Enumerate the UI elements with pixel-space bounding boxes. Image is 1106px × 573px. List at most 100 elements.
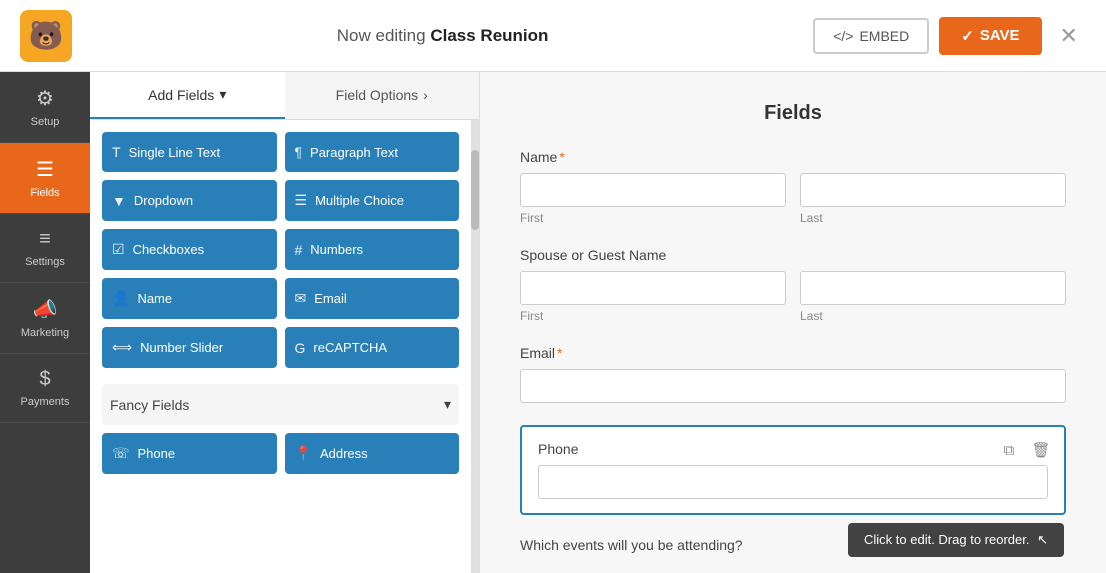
logo-bear: 🐻 <box>20 10 72 62</box>
embed-button[interactable]: </> EMBED <box>813 18 929 54</box>
spouse-label: Spouse or Guest Name <box>520 247 1066 263</box>
spouse-last-sublabel: Last <box>800 309 1066 323</box>
field-btn-single-line[interactable]: T Single Line Text <box>102 132 277 172</box>
settings-icon: ≡ <box>39 228 51 251</box>
phone-copy-button[interactable]: ⧉ <box>996 437 1022 463</box>
field-options-label: Field Options <box>336 87 418 103</box>
phone-actions: ⧉ 🗑 <box>996 437 1054 463</box>
field-btn-recaptcha[interactable]: G reCAPTCHA <box>285 327 460 368</box>
field-label-phone: Phone <box>138 446 176 461</box>
sidebar-label-fields: Fields <box>30 187 59 199</box>
email-required-star: * <box>557 345 562 361</box>
cursor-icon: ↖ <box>1037 532 1048 548</box>
email-icon: ✉ <box>295 290 307 307</box>
marketing-icon: 📣 <box>33 297 58 322</box>
field-grid: T Single Line Text ¶ Paragraph Text ▼ Dr… <box>102 132 459 368</box>
fancy-fields-arrow: ▾ <box>444 396 451 413</box>
form-title: Fields <box>520 102 1066 125</box>
email-input[interactable] <box>520 369 1066 403</box>
trash-icon: 🗑 <box>1031 441 1050 459</box>
name-last-input[interactable] <box>800 173 1066 207</box>
spouse-last-col: Last <box>800 271 1066 323</box>
spouse-last-input[interactable] <box>800 271 1066 305</box>
add-fields-label: Add Fields <box>148 87 214 103</box>
sidebar-item-setup[interactable]: ⚙ Setup <box>0 72 90 143</box>
recaptcha-icon: G <box>295 340 306 356</box>
close-button[interactable]: ✕ <box>1052 19 1086 53</box>
close-icon: ✕ <box>1060 23 1078 48</box>
field-label-numbers: Numbers <box>310 242 363 257</box>
field-btn-phone[interactable]: ☏ Phone <box>102 433 277 474</box>
name-label: Name* <box>520 149 1066 165</box>
save-button[interactable]: ✓ SAVE <box>939 17 1041 55</box>
name-last-sublabel: Last <box>800 211 1066 225</box>
field-btn-numbers[interactable]: # Numbers <box>285 229 460 270</box>
field-label-number-slider: Number Slider <box>140 340 223 355</box>
sidebar-label-marketing: Marketing <box>21 327 69 339</box>
dropdown-icon: ▼ <box>112 193 126 209</box>
sidebar-item-fields[interactable]: ☰ Fields <box>0 143 90 214</box>
spouse-first-sublabel: First <box>520 309 786 323</box>
fields-panel: Add Fields ▾ Field Options › T Single Li… <box>90 72 480 573</box>
name-last-col: Last <box>800 173 1066 225</box>
tab-bar: Add Fields ▾ Field Options › <box>90 72 479 120</box>
field-options-arrow: › <box>423 87 428 103</box>
numbers-icon: # <box>295 242 303 258</box>
fields-icon: ☰ <box>36 157 54 182</box>
email-label-text: Email <box>520 345 555 361</box>
spouse-section: Spouse or Guest Name First Last <box>520 247 1066 323</box>
field-btn-dropdown[interactable]: ▼ Dropdown <box>102 180 277 221</box>
sidebar-label-payments: Payments <box>21 396 70 408</box>
scrollbar[interactable] <box>471 120 479 573</box>
name-row: First Last <box>520 173 1066 225</box>
name-first-input[interactable] <box>520 173 786 207</box>
fields-scroll[interactable]: T Single Line Text ¶ Paragraph Text ▼ Dr… <box>90 120 471 573</box>
field-label-name: Name <box>137 291 172 306</box>
phone-section[interactable]: ⧉ 🗑 Phone Click to edit. Drag to reorder… <box>520 425 1066 515</box>
sidebar-item-payments[interactable]: $ Payments <box>0 354 90 423</box>
phone-input[interactable] <box>538 465 1048 499</box>
top-bar-actions: </> EMBED ✓ SAVE ✕ <box>813 17 1086 55</box>
name-label-text: Name <box>520 149 557 165</box>
sidebar-item-marketing[interactable]: 📣 Marketing <box>0 283 90 354</box>
editing-title: Now editing Class Reunion <box>337 26 549 46</box>
spouse-row: First Last <box>520 271 1066 323</box>
field-btn-checkboxes[interactable]: ☑ Checkboxes <box>102 229 277 270</box>
form-name: Class Reunion <box>430 26 548 45</box>
field-label-recaptcha: reCAPTCHA <box>313 340 387 355</box>
field-btn-paragraph[interactable]: ¶ Paragraph Text <box>285 132 460 172</box>
tooltip-text: Click to edit. Drag to reorder. <box>864 532 1029 547</box>
spouse-first-input[interactable] <box>520 271 786 305</box>
sidebar-label-setup: Setup <box>31 116 60 128</box>
phone-label: Phone <box>538 441 1048 457</box>
phone-icon: ☏ <box>112 445 130 462</box>
field-label-multiple-choice: Multiple Choice <box>315 193 404 208</box>
sidebar-item-settings[interactable]: ≡ Settings <box>0 214 90 283</box>
field-btn-address[interactable]: 📍 Address <box>285 433 460 474</box>
form-preview: Fields Name* First Last Spouse or Guest … <box>480 72 1106 573</box>
name-first-col: First <box>520 173 786 225</box>
fancy-fields-header[interactable]: Fancy Fields ▾ <box>102 384 459 425</box>
logo-area: 🐻 <box>20 10 72 62</box>
field-btn-email[interactable]: ✉ Email <box>285 278 460 319</box>
slider-icon: ⟺ <box>112 339 132 356</box>
email-section: Email* <box>520 345 1066 403</box>
embed-label: EMBED <box>859 28 909 44</box>
tab-add-fields[interactable]: Add Fields ▾ <box>90 72 285 119</box>
top-bar: 🐻 Now editing Class Reunion </> EMBED ✓ … <box>0 0 1106 72</box>
paragraph-icon: ¶ <box>295 144 303 160</box>
fancy-fields-section: Fancy Fields ▾ ☏ Phone 📍 Address <box>102 384 459 474</box>
field-btn-name[interactable]: 👤 Name <box>102 278 277 319</box>
embed-code-icon: </> <box>833 28 853 44</box>
name-first-sublabel: First <box>520 211 786 225</box>
field-btn-multiple-choice[interactable]: ☰ Multiple Choice <box>285 180 460 221</box>
field-label-address: Address <box>320 446 368 461</box>
email-label: Email* <box>520 345 1066 361</box>
phone-delete-button[interactable]: 🗑 <box>1028 437 1054 463</box>
text-icon: T <box>112 144 121 160</box>
multiple-choice-icon: ☰ <box>295 192 308 209</box>
tab-field-options[interactable]: Field Options › <box>285 72 480 119</box>
fancy-fields-title: Fancy Fields <box>110 397 189 413</box>
field-label-dropdown: Dropdown <box>134 193 193 208</box>
field-btn-number-slider[interactable]: ⟺ Number Slider <box>102 327 277 368</box>
